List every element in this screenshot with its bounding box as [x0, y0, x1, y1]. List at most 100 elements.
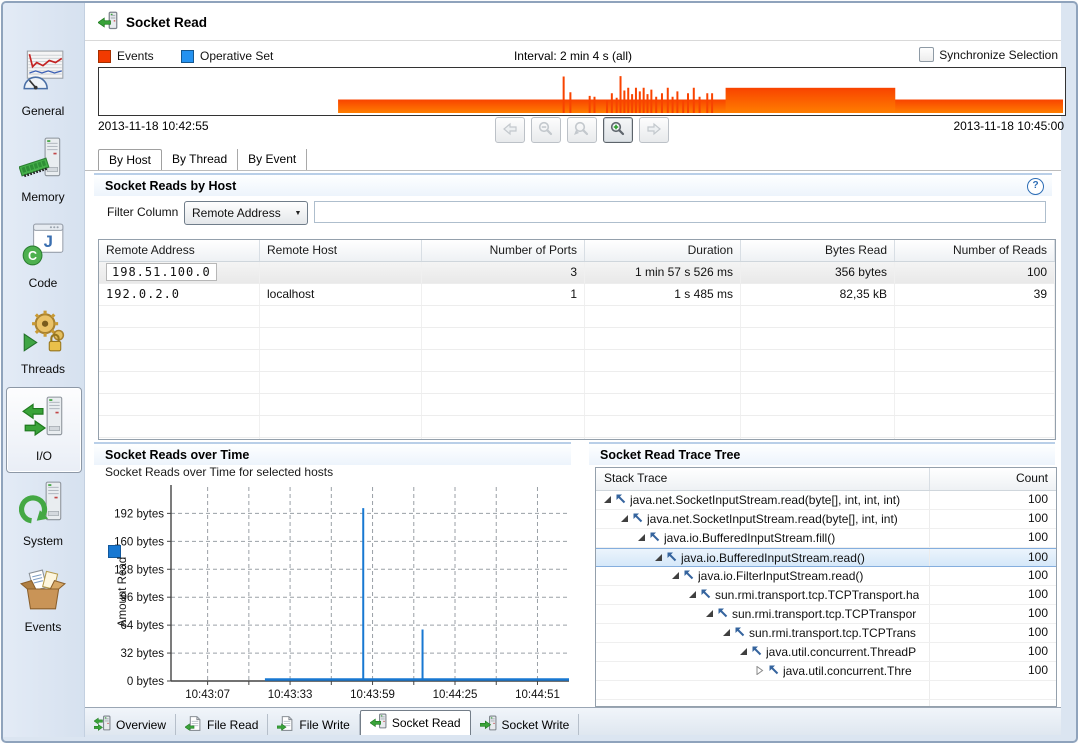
stack-frame-icon [731, 625, 749, 642]
chart-canvas[interactable]: 10:43:0710:43:3310:43:5910:44:2510:44:51… [94, 481, 574, 710]
stack-frame-text: java.util.concurrent.Thre [783, 663, 912, 680]
filter-input[interactable] [314, 201, 1046, 223]
sidebar-item-general[interactable]: General [6, 43, 80, 127]
sidebar-item-memory[interactable]: Memory [6, 129, 80, 213]
sidebar-item-events[interactable]: Events [6, 559, 80, 643]
synchronize-selection-checkbox[interactable]: Synchronize Selection [919, 47, 1058, 62]
tree-row[interactable]: sun.rmi.transport.tcp.TCPTranspor 100 [596, 605, 1056, 624]
checkbox-icon[interactable] [919, 47, 934, 62]
empty-table-row [99, 372, 1055, 394]
zoom-selection-button[interactable] [567, 117, 597, 143]
sidebar-item-label: Code [29, 276, 58, 290]
page-tab-label: File Read [207, 718, 258, 732]
tree-row[interactable]: java.net.SocketInputStream.read(byte[], … [596, 491, 1056, 510]
count-cell: 100 [930, 605, 1056, 623]
memory-icon [19, 129, 67, 186]
socket-read-icon [98, 11, 118, 34]
tree-row[interactable]: java.util.concurrent.Thre 100 [596, 662, 1056, 681]
collapse-toggle-icon[interactable] [653, 550, 663, 566]
filter-row: Filter Column Remote Address ▼ [85, 200, 1061, 226]
count-cell: 100 [930, 567, 1056, 585]
socket-reads-by-host-table[interactable]: Remote AddressRemote HostNumber of Ports… [98, 239, 1056, 440]
collapse-toggle-icon[interactable] [619, 511, 629, 528]
tree-row[interactable]: java.io.BufferedInputStream.fill() 100 [596, 529, 1056, 548]
page-tab-file-read[interactable]: File Read [176, 714, 268, 735]
page-tab-label: Overview [116, 718, 166, 732]
tab-by-thread[interactable]: By Thread [162, 149, 238, 171]
tab-by-host[interactable]: By Host [98, 149, 162, 171]
sidebar-item-system[interactable]: System [6, 473, 80, 557]
collapse-toggle-icon[interactable] [687, 587, 697, 604]
column-header-number-of-reads[interactable]: Number of Reads [895, 240, 1055, 261]
column-header-stack-trace[interactable]: Stack Trace [596, 468, 930, 490]
column-header-number-of-ports[interactable]: Number of Ports [422, 240, 585, 261]
empty-table-row [99, 438, 1055, 440]
page-tab-socket-write[interactable]: Socket Write [471, 714, 580, 735]
zoom-out-button[interactable] [531, 117, 561, 143]
stack-frame-text: sun.rmi.transport.tcp.TCPTranspor [732, 606, 916, 623]
table-row[interactable]: 192.0.2.0localhost11 s 485 ms82,35 kB39 [99, 284, 1055, 306]
stack-frame-icon [680, 568, 698, 585]
sidebar: General Memory J C Code Threads I/O Syst… [3, 3, 85, 737]
stack-frame-text: java.io.BufferedInputStream.read() [681, 550, 865, 566]
page-tab-socket-read[interactable]: Socket Read [360, 710, 471, 735]
tree-row[interactable]: sun.rmi.transport.tcp.TCPTrans 100 [596, 624, 1056, 643]
zoom-in-button[interactable] [603, 117, 633, 143]
tree-row[interactable]: java.io.FilterInputStream.read() 100 [596, 567, 1056, 586]
tree-row[interactable]: sun.rmi.transport.tcp.TCPTransport.ha 10… [596, 586, 1056, 605]
table-row[interactable]: 198.51.100.031 min 57 s 526 ms356 bytes1… [99, 262, 1055, 284]
events-icon [19, 559, 67, 616]
sidebar-item-label: Threads [21, 362, 65, 376]
sidebar-item-label: General [22, 104, 65, 118]
back-button[interactable] [495, 117, 525, 143]
sidebar-item-io[interactable]: I/O [6, 387, 82, 473]
socket-reads-over-time-chart[interactable]: Amount Read 10:43:0710:43:3310:43:5910:4… [94, 481, 574, 707]
interval-label: Interval: 2 min 4 s (all) [85, 49, 1061, 63]
stack-frame-text: sun.rmi.transport.tcp.TCPTrans [749, 625, 916, 642]
sidebar-item-threads[interactable]: Threads [6, 301, 80, 385]
collapse-toggle-icon[interactable] [602, 492, 612, 509]
expand-toggle-icon[interactable] [755, 663, 765, 680]
tree-row[interactable]: java.io.BufferedInputStream.read() 100 [596, 548, 1056, 567]
sidebar-item-code[interactable]: J C Code [6, 215, 80, 299]
section-title: Socket Read Trace Tree [589, 448, 740, 462]
event-timeline-chart[interactable] [98, 67, 1066, 116]
file-read-icon [185, 715, 202, 735]
page-tab-overview[interactable]: Overview [85, 714, 176, 735]
collapse-toggle-icon[interactable] [704, 606, 714, 623]
synchronize-selection-label: Synchronize Selection [939, 48, 1058, 62]
cell-editor[interactable]: 198.51.100.0 [106, 263, 217, 281]
section-title: Socket Reads over Time [94, 448, 249, 462]
column-header-count[interactable]: Count [930, 468, 1056, 490]
table-cell [260, 262, 422, 283]
table-cell: 356 bytes [741, 262, 895, 283]
column-header-bytes-read[interactable]: Bytes Read [741, 240, 895, 261]
column-header-remote-address[interactable]: Remote Address [99, 240, 260, 261]
sidebar-item-label: System [23, 534, 63, 548]
stack-frame-icon [612, 492, 630, 509]
page-tabs: Overview File Read File Write Socket Rea… [85, 707, 1061, 735]
collapse-toggle-icon[interactable] [721, 625, 731, 642]
help-icon[interactable]: ? [1027, 178, 1044, 195]
filter-column-dropdown[interactable]: Remote Address ▼ [184, 201, 308, 225]
column-header-remote-host[interactable]: Remote Host [260, 240, 422, 261]
page-tab-file-write[interactable]: File Write [268, 714, 359, 735]
table-cell: 1 min 57 s 526 ms [585, 262, 741, 283]
stack-frame-text: java.net.SocketInputStream.read(byte[], … [647, 511, 898, 528]
svg-text:C: C [28, 249, 37, 263]
svg-text:10:43:59: 10:43:59 [350, 689, 395, 701]
arrow-right-icon [645, 120, 663, 141]
y-axis-label: Amount Read [117, 537, 129, 647]
column-header-duration[interactable]: Duration [585, 240, 741, 261]
tab-by-event[interactable]: By Event [238, 149, 307, 171]
page-header: Socket Read [98, 10, 207, 34]
svg-text:0 bytes: 0 bytes [127, 676, 164, 688]
socket-read-trace-tree-table[interactable]: Stack Trace Count java.net.SocketInputSt… [595, 467, 1057, 707]
collapse-toggle-icon[interactable] [670, 568, 680, 585]
empty-tree-row [596, 700, 1056, 707]
tree-row[interactable]: java.net.SocketInputStream.read(byte[], … [596, 510, 1056, 529]
collapse-toggle-icon[interactable] [738, 644, 748, 661]
tree-row[interactable]: java.util.concurrent.ThreadP 100 [596, 643, 1056, 662]
collapse-toggle-icon[interactable] [636, 530, 646, 547]
forward-button[interactable] [639, 117, 669, 143]
